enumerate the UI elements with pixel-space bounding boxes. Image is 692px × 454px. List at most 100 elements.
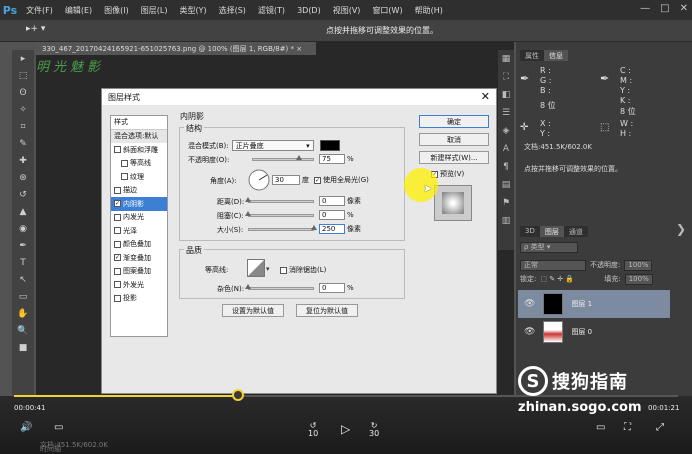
healing-icon[interactable]: ✚: [12, 152, 34, 169]
choke-input[interactable]: 0: [319, 210, 345, 220]
noise-slider-knob[interactable]: [245, 284, 251, 289]
style-checkbox[interactable]: [114, 281, 121, 289]
rewind-10-icon[interactable]: ↺ 10: [308, 422, 318, 438]
style-checkbox[interactable]: [114, 146, 121, 154]
menu-window[interactable]: 窗口(W): [366, 5, 408, 16]
menu-select[interactable]: 选择(S): [213, 5, 252, 16]
style-item[interactable]: 外发光: [111, 278, 167, 292]
style-item[interactable]: 斜面和浮雕: [111, 143, 167, 157]
color-swatch-icon[interactable]: ■: [12, 339, 34, 356]
contour-picker[interactable]: ▾: [247, 259, 271, 277]
new-style-button[interactable]: 新建样式(W)...: [419, 151, 489, 164]
minimize-icon[interactable]: —: [640, 3, 650, 14]
ok-button[interactable]: 确定: [419, 115, 489, 128]
lasso-icon[interactable]: ʘ: [12, 84, 34, 101]
style-checkbox[interactable]: [114, 213, 121, 221]
antialias-checkbox[interactable]: [280, 266, 287, 274]
opacity-slider-knob[interactable]: [295, 155, 302, 160]
lock-icons[interactable]: ⬚ ✎ ✛ 🔒: [540, 275, 600, 283]
visibility-eye-icon[interactable]: 👁: [524, 327, 535, 337]
properties-icon[interactable]: ☰: [498, 104, 514, 122]
move-icon[interactable]: ▸: [12, 50, 34, 67]
noise-slider[interactable]: [248, 287, 314, 290]
size-input[interactable]: 250: [319, 224, 345, 234]
style-item[interactable]: ✓ 渐变叠加: [111, 251, 167, 265]
forward-30-icon[interactable]: ↻ 30: [369, 422, 379, 438]
picture-in-picture-icon[interactable]: ▭: [596, 422, 605, 433]
blend-mode-select[interactable]: 正片叠底 ▾: [231, 140, 314, 151]
style-item[interactable]: 光泽: [111, 224, 167, 238]
style-checkbox[interactable]: [114, 186, 121, 194]
tab-channels[interactable]: 通道: [564, 226, 588, 237]
style-checkbox[interactable]: [114, 227, 121, 235]
layer-kind-filter[interactable]: ρ 类型 ▾: [520, 241, 578, 253]
marquee-icon[interactable]: ⬚: [12, 67, 34, 84]
angle-input[interactable]: 30: [272, 175, 300, 185]
menu-layer[interactable]: 图层(L): [135, 5, 174, 16]
tab-3d[interactable]: 3D: [520, 226, 540, 237]
close-icon[interactable]: ✕: [680, 3, 688, 14]
style-item[interactable]: 纹理: [111, 170, 167, 184]
shadow-color-swatch[interactable]: [319, 140, 340, 151]
style-checkbox[interactable]: [114, 267, 121, 275]
distance-input[interactable]: 0: [319, 196, 345, 206]
style-item[interactable]: 等高线: [111, 157, 167, 171]
brush-icon[interactable]: ⊛: [12, 169, 34, 186]
menu-type[interactable]: 类型(Y): [173, 5, 212, 16]
style-checkbox[interactable]: ✓: [114, 200, 121, 208]
distance-slider-knob[interactable]: [245, 197, 251, 202]
style-item[interactable]: 混合选项:默认: [111, 129, 167, 143]
distance-slider[interactable]: [248, 200, 314, 203]
layer-row[interactable]: 👁 图层 1: [518, 290, 670, 318]
adjustments-icon[interactable]: ◧: [498, 86, 514, 104]
fullscreen-icon[interactable]: ⛶: [624, 422, 631, 433]
document-tab[interactable]: 330_467_20170424165921-651025763.png @ 1…: [36, 42, 316, 55]
move-tool-icon[interactable]: ▸+ ▾: [26, 24, 45, 34]
menu-image[interactable]: 图像(I): [98, 5, 135, 16]
opacity-slider[interactable]: [252, 158, 314, 161]
menu-file[interactable]: 文件(F): [20, 5, 59, 16]
choke-slider-knob[interactable]: [245, 211, 251, 216]
choke-slider[interactable]: [248, 214, 314, 217]
layer-row[interactable]: 👁 图层 0: [518, 318, 670, 346]
history-brush-icon[interactable]: ↺: [12, 186, 34, 203]
style-item[interactable]: 图案叠加: [111, 265, 167, 279]
global-light-checkbox[interactable]: ✓: [314, 176, 321, 184]
pen-icon[interactable]: ✒: [12, 237, 34, 254]
style-checkbox[interactable]: [121, 173, 128, 181]
character-icon[interactable]: A: [498, 140, 514, 158]
type-icon[interactable]: T: [12, 254, 34, 271]
notes-icon[interactable]: ⚑: [498, 194, 514, 212]
menu-3d[interactable]: 3D(D): [291, 6, 327, 15]
hand-icon[interactable]: ✋: [12, 305, 34, 322]
style-item[interactable]: 样式: [111, 116, 167, 130]
style-item[interactable]: ✓ 内阴影: [111, 197, 167, 211]
layer-fill[interactable]: 100%: [624, 273, 653, 285]
dodge-icon[interactable]: ◉: [12, 220, 34, 237]
dialog-close-icon[interactable]: ✕: [481, 90, 490, 103]
menu-view[interactable]: 视图(V): [327, 5, 367, 16]
paragraph-icon[interactable]: ¶: [498, 158, 514, 176]
shape-icon[interactable]: ▭: [12, 288, 34, 305]
navigator-icon[interactable]: ⛶: [498, 68, 514, 86]
layer-blend-mode[interactable]: 正常: [520, 259, 586, 271]
menu-edit[interactable]: 编辑(E): [59, 5, 98, 16]
path-select-icon[interactable]: ↖: [12, 271, 34, 288]
style-item[interactable]: 颜色叠加: [111, 238, 167, 252]
size-slider-knob[interactable]: [311, 225, 317, 230]
maximize-icon[interactable]: □: [660, 3, 669, 14]
history-icon[interactable]: ▦: [498, 50, 514, 68]
styles-icon[interactable]: ◈: [498, 122, 514, 140]
magic-wand-icon[interactable]: ✧: [12, 101, 34, 118]
visibility-eye-icon[interactable]: 👁: [524, 299, 535, 309]
volume-icon[interactable]: 🔊: [20, 422, 32, 433]
eraser-icon[interactable]: ▲: [12, 203, 34, 220]
menu-help[interactable]: 帮助(H): [409, 5, 449, 16]
zoom-icon[interactable]: 🔍: [12, 322, 34, 339]
size-slider[interactable]: [248, 228, 314, 231]
play-icon[interactable]: ▷: [341, 422, 350, 436]
style-item[interactable]: 投影: [111, 292, 167, 306]
set-default-button[interactable]: 设置为默认值: [222, 304, 284, 317]
opacity-input[interactable]: 75: [319, 154, 345, 164]
style-item[interactable]: 描边: [111, 184, 167, 198]
